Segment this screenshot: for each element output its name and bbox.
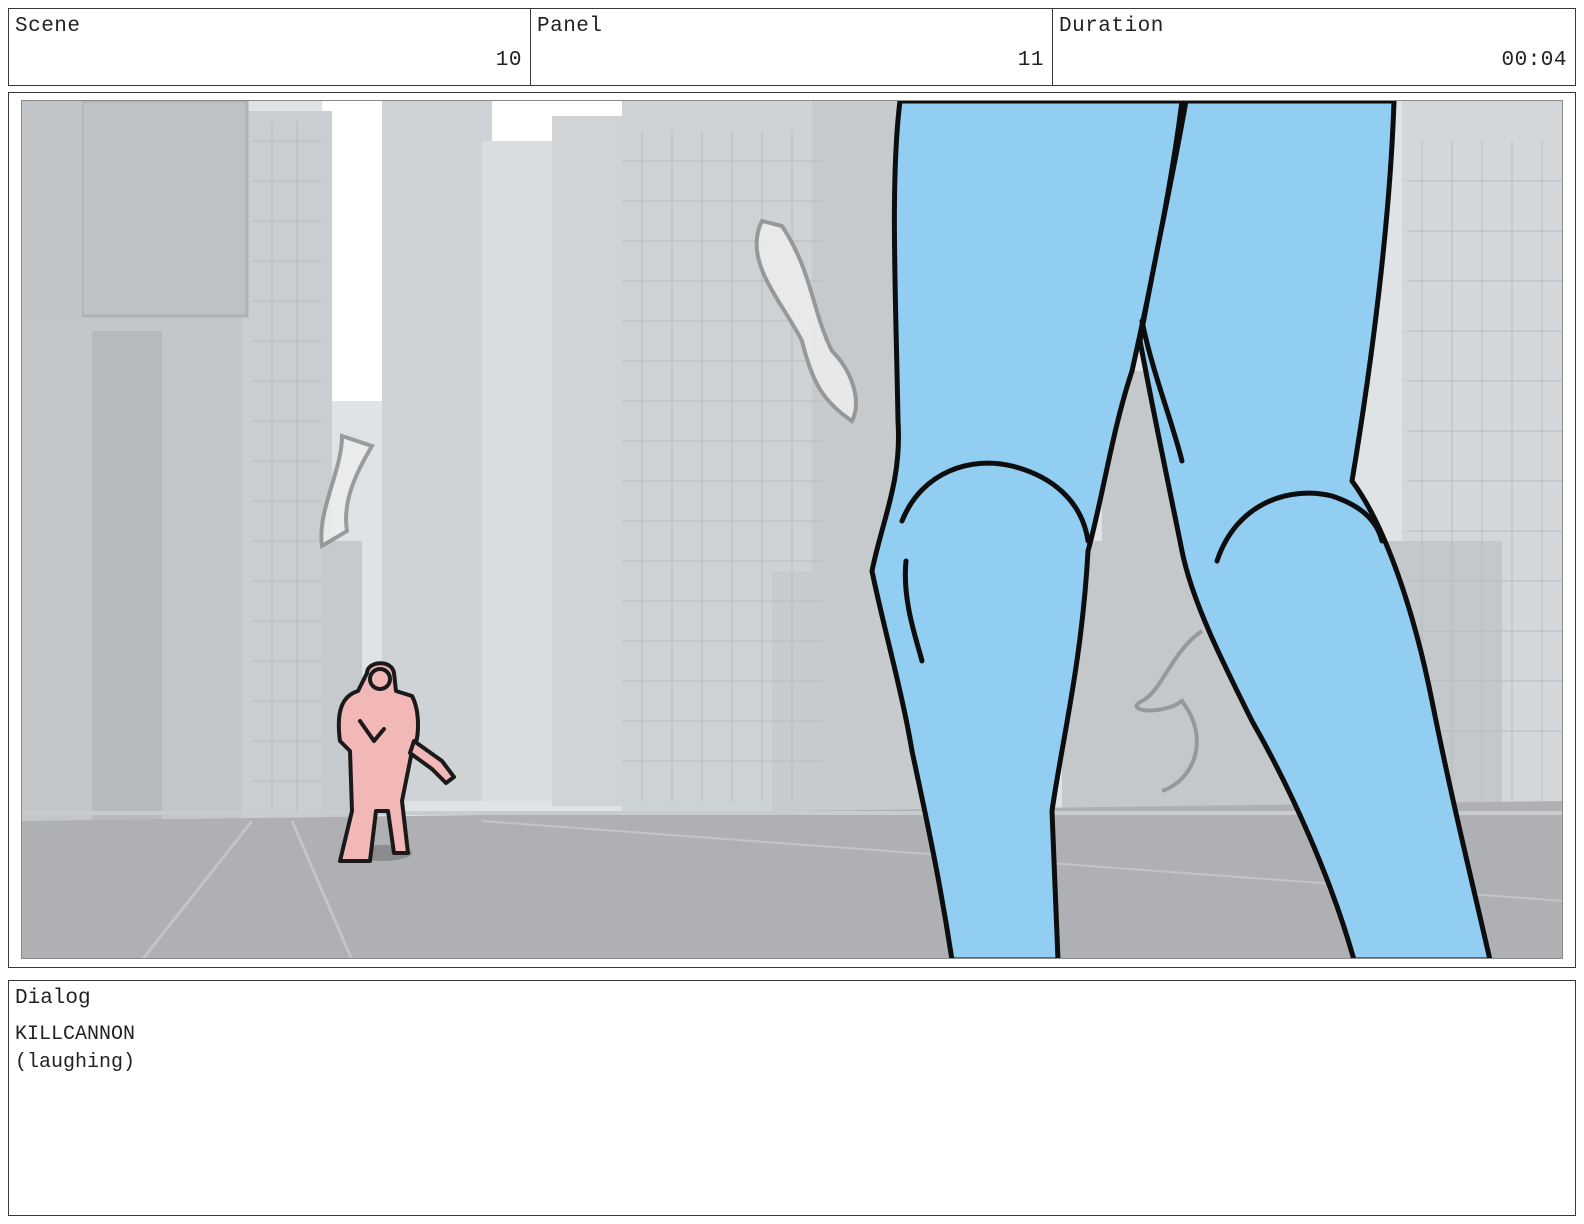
storyboard-frame — [8, 92, 1576, 968]
dialog-label: Dialog — [15, 987, 91, 1010]
dialog-direction: (laughing) — [15, 1051, 136, 1074]
scene-cell: Scene 10 — [8, 8, 531, 86]
panel-cell: Panel 11 — [530, 8, 1053, 86]
panel-number: 11 — [1017, 49, 1044, 72]
scene-label: Scene — [15, 15, 81, 38]
storyboard-image — [21, 100, 1563, 959]
panel-label: Panel — [537, 15, 603, 38]
duration-label: Duration — [1059, 15, 1164, 38]
dialog-box: Dialog KILLCANNON (laughing) — [8, 980, 1576, 1216]
duration-cell: Duration 00:04 — [1052, 8, 1576, 86]
scene-number: 10 — [495, 49, 522, 72]
panel-drawing — [22, 101, 1562, 958]
duration-value: 00:04 — [1501, 49, 1567, 72]
dialog-speaker: KILLCANNON — [15, 1023, 136, 1046]
